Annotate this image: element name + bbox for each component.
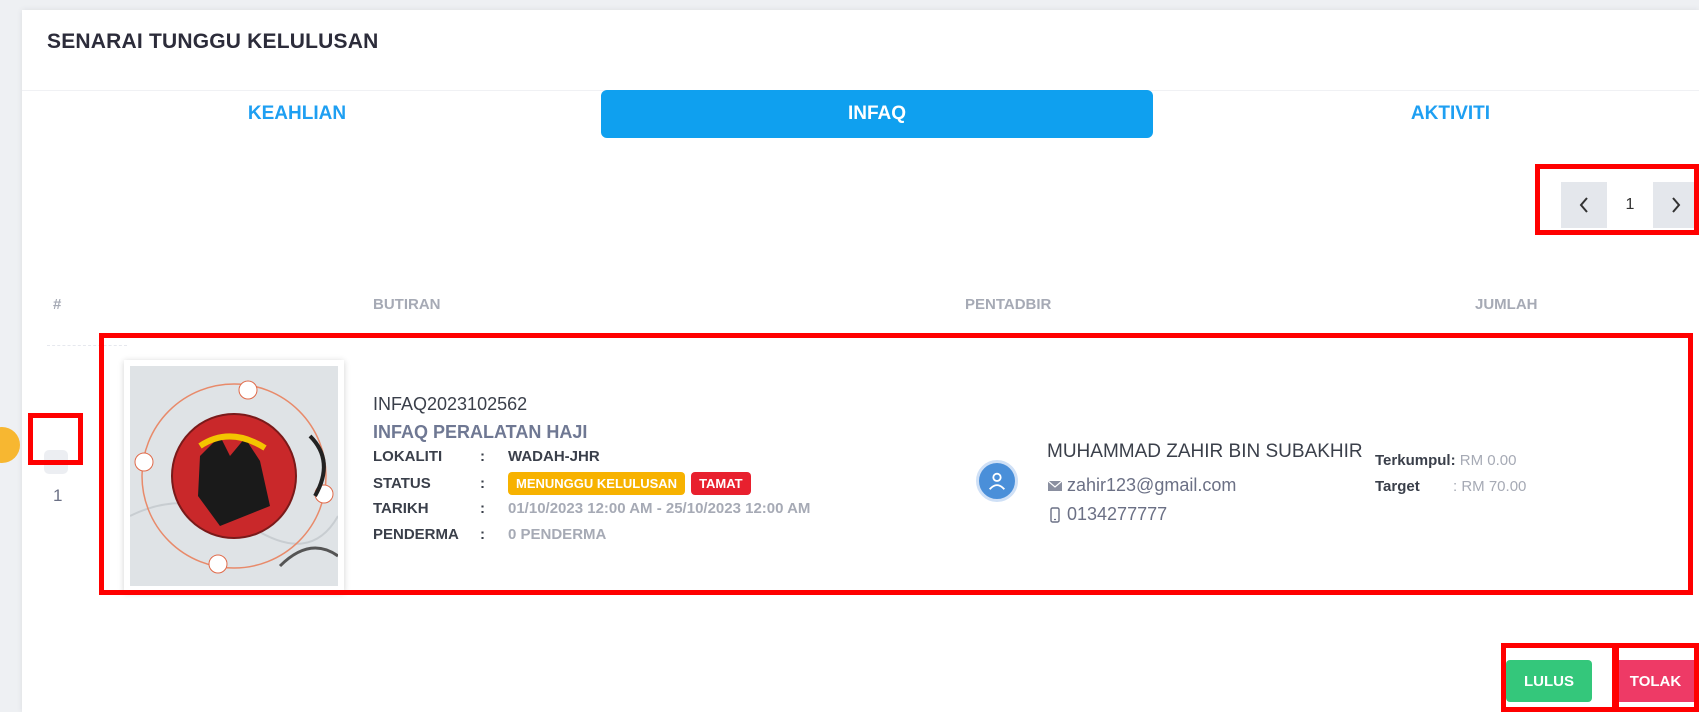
phone-icon <box>1050 506 1060 523</box>
tab-keahlian[interactable]: KEAHLIAN <box>47 90 547 138</box>
tab-infaq[interactable]: INFAQ <box>601 90 1153 138</box>
column-header-index: # <box>53 296 62 313</box>
row-index: 1 <box>53 486 63 505</box>
reject-button[interactable]: TOLAK <box>1612 660 1699 702</box>
status-badge-pending: MENUNGGU KELULUSAN <box>508 472 686 495</box>
step-marker-dot <box>0 427 20 463</box>
tarikh-value: 01/10/2023 12:00 AM - 25/10/2023 12:00 A… <box>508 500 811 517</box>
admin-email: zahir123@gmail.com <box>1067 475 1237 495</box>
penderma-label: PENDERMA <box>373 526 459 543</box>
target-separator: : <box>1453 478 1458 495</box>
separator: : <box>480 475 485 492</box>
row-select-checkbox[interactable] <box>44 450 68 474</box>
tarikh-row: TARIKH : 01/10/2023 12:00 AM - 25/10/202… <box>373 500 810 517</box>
pagination: 1 <box>1561 179 1699 231</box>
admin-phone-line: 0134277777 <box>1047 504 1167 525</box>
collected-value: RM 0.00 <box>1459 452 1517 469</box>
infaq-thumbnail-image <box>124 360 344 592</box>
separator: : <box>480 448 485 465</box>
tarikh-label: TARIKH <box>373 500 429 517</box>
tab-aktiviti[interactable]: AKTIVITI <box>1202 90 1699 138</box>
chevron-right-icon[interactable] <box>1653 182 1699 228</box>
separator: : <box>480 500 485 517</box>
infaq-name: INFAQ PERALATAN HAJI <box>373 422 588 442</box>
amount-target: Target: RM 70.00 <box>1375 478 1526 495</box>
amount-collected: Terkumpul: RM 0.00 <box>1375 452 1516 469</box>
page-number[interactable]: 1 <box>1607 182 1653 228</box>
status-row: STATUS : MENUNGGU KELULUSAN TAMAT <box>373 472 757 495</box>
lokaliti-value: WADAH-JHR <box>508 448 600 465</box>
approval-waitlist-card: SENARAI TUNGGU KELULUSAN KEAHLIAN INFAQ … <box>22 10 1699 712</box>
column-header-admin: PENTADBIR <box>965 296 1052 313</box>
separator: : <box>480 526 485 543</box>
admin-phone: 0134277777 <box>1067 504 1168 524</box>
penderma-row: PENDERMA : 0 PENDERMA <box>373 526 606 543</box>
infaq-code: INFAQ2023102562 <box>373 394 528 414</box>
approve-button[interactable]: LULUS <box>1506 660 1592 702</box>
page-title: SENARAI TUNGGU KELULUSAN <box>47 30 379 53</box>
column-header-amount: JUMLAH <box>1475 296 1538 313</box>
lokaliti-row: LOKALITI : WADAH-JHR <box>373 448 600 465</box>
avatar-icon <box>976 460 1018 502</box>
row-divider <box>47 345 127 346</box>
chevron-left-icon[interactable] <box>1561 182 1607 228</box>
status-label: STATUS <box>373 475 431 492</box>
penderma-value: 0 PENDERMA <box>508 526 607 543</box>
target-value: RM 70.00 <box>1461 478 1527 495</box>
collected-label: Terkumpul: <box>1375 452 1456 469</box>
admin-name: MUHAMMAD ZAHIR BIN SUBAKHIR <box>1047 441 1363 462</box>
envelope-icon <box>1047 480 1063 491</box>
admin-email-line: zahir123@gmail.com <box>1047 475 1236 496</box>
status-badge-ended: TAMAT <box>691 472 751 495</box>
target-label: Target <box>1375 478 1420 495</box>
column-header-details: BUTIRAN <box>373 296 441 313</box>
lokaliti-label: LOKALITI <box>373 448 443 465</box>
